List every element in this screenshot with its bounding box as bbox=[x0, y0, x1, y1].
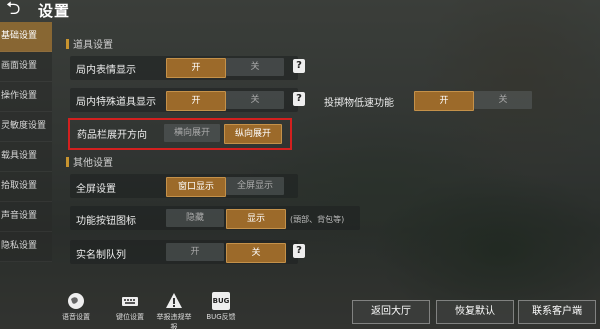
option-on[interactable]: 开 bbox=[166, 91, 226, 111]
sidebar-item-sound[interactable]: 声音设置 bbox=[0, 202, 52, 232]
sidebar-item-sensitivity[interactable]: 灵敏度设置 bbox=[0, 112, 52, 142]
sidebar: 基础设置 画面设置 操作设置 灵敏度设置 载具设置 拾取设置 声音设置 隐私设置 bbox=[0, 22, 52, 262]
option-window[interactable]: 窗口显示 bbox=[166, 177, 226, 197]
settings-panel: 道具设置 局内表情显示 开 关 ? 局内特殊道具显示 开 关 ? 投掷物低速功能… bbox=[56, 22, 600, 287]
bottom-icon-label: 语音设置 bbox=[62, 313, 90, 321]
row-label: 投掷物低速功能 bbox=[324, 98, 394, 109]
section-mark bbox=[66, 156, 69, 167]
sidebar-item-control[interactable]: 操作设置 bbox=[0, 82, 52, 112]
sidebar-item-pickup[interactable]: 拾取设置 bbox=[0, 172, 52, 202]
option-fullscreen[interactable]: 全屏显示 bbox=[226, 177, 284, 195]
contact-service-button[interactable]: 联系客户端 bbox=[518, 300, 596, 324]
option-hide[interactable]: 隐藏 bbox=[166, 209, 224, 227]
section-mark bbox=[66, 38, 69, 49]
option-off[interactable]: 关 bbox=[474, 91, 532, 109]
top-bar: ⮌ 设置 bbox=[0, 0, 600, 20]
option-on[interactable]: 开 bbox=[166, 243, 224, 261]
row-label: 实名制队列 bbox=[76, 250, 126, 261]
highlight-box bbox=[68, 118, 292, 150]
section-other-settings: 其他设置 bbox=[66, 154, 113, 169]
bug-feedback[interactable]: BUG BUG反馈 bbox=[201, 292, 241, 322]
row-label: 功能按钮图标 bbox=[76, 216, 136, 227]
section-item-settings: 道具设置 bbox=[66, 36, 113, 51]
bottom-icon-label: 举报违规举报 bbox=[156, 313, 192, 331]
option-off[interactable]: 关 bbox=[226, 91, 284, 109]
option-on[interactable]: 开 bbox=[166, 58, 226, 78]
warning-icon bbox=[166, 293, 182, 308]
row-label: 局内特殊道具显示 bbox=[76, 97, 156, 108]
section-title-text: 其他设置 bbox=[73, 158, 113, 169]
option-on[interactable]: 开 bbox=[414, 91, 474, 111]
row-label: 局内表情显示 bbox=[76, 65, 136, 76]
option-show[interactable]: 显示 bbox=[226, 209, 286, 229]
bottom-icon-label: 键位设置 bbox=[116, 313, 144, 321]
sidebar-item-privacy[interactable]: 隐私设置 bbox=[0, 232, 52, 262]
help-icon[interactable]: ? bbox=[293, 59, 305, 73]
note-text: (頭部、背包等) bbox=[290, 215, 345, 224]
report-button[interactable]: 举报违规举报 bbox=[154, 292, 194, 332]
restore-default-button[interactable]: 恢复默认 bbox=[436, 300, 514, 324]
option-off[interactable]: 关 bbox=[226, 58, 284, 76]
help-icon[interactable]: ? bbox=[293, 92, 305, 106]
sidebar-item-vehicle[interactable]: 载具设置 bbox=[0, 142, 52, 172]
sidebar-item-display[interactable]: 画面设置 bbox=[0, 52, 52, 82]
bottom-icon-label: BUG反馈 bbox=[206, 313, 236, 321]
voice-settings[interactable]: 语音设置 bbox=[56, 292, 96, 322]
back-arrow-icon[interactable]: ⮌ bbox=[6, 0, 34, 20]
help-icon[interactable]: ? bbox=[293, 244, 305, 258]
sidebar-item-basic[interactable]: 基础设置 bbox=[0, 22, 52, 52]
page-title: 设置 bbox=[38, 2, 71, 20]
key-settings[interactable]: 键位设置 bbox=[110, 292, 150, 322]
bug-icon: BUG bbox=[212, 292, 230, 310]
row-label: 全屏设置 bbox=[76, 184, 116, 195]
option-off[interactable]: 关 bbox=[226, 243, 286, 263]
back-to-lobby-button[interactable]: 返回大厅 bbox=[352, 300, 430, 324]
section-title-text: 道具设置 bbox=[73, 40, 113, 51]
keyboard-icon bbox=[122, 297, 138, 306]
globe-icon bbox=[68, 293, 84, 309]
